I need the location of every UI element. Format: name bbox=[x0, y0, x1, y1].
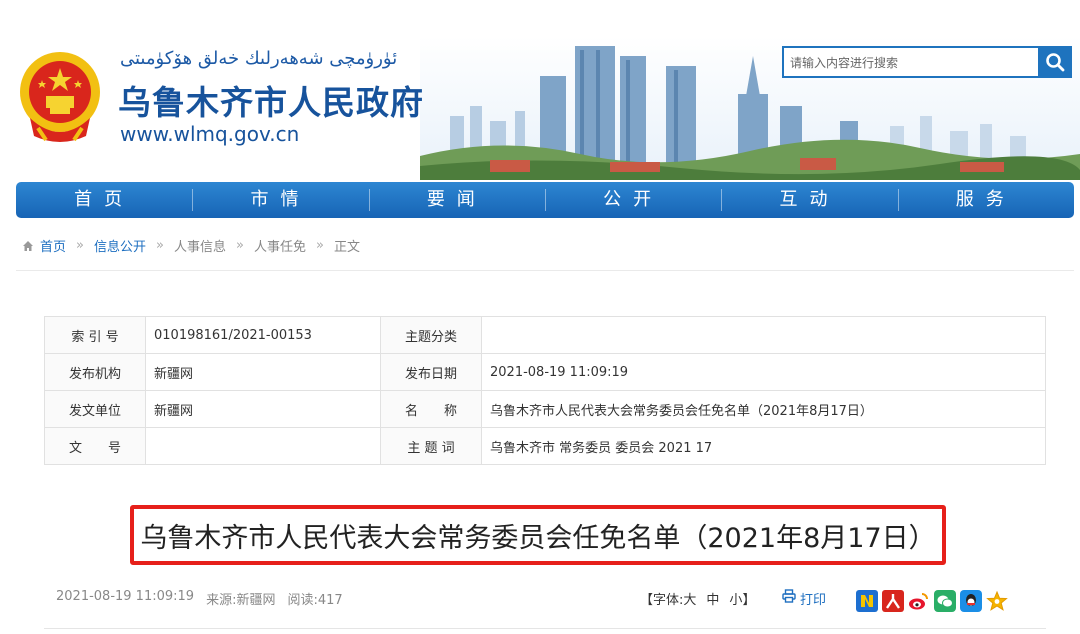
site-title[interactable]: 乌鲁木齐市人民政府 bbox=[118, 76, 424, 124]
breadcrumb-home[interactable]: 首页 bbox=[40, 236, 66, 255]
nav-news[interactable]: 要闻 bbox=[368, 182, 545, 218]
font-size-controls: 【字体:大 中 小】 bbox=[640, 589, 755, 608]
table-row: 发文单位 新疆网 名 称 乌鲁木齐市人民代表大会常务委员会任免名单（2021年8… bbox=[44, 390, 1046, 428]
search-button[interactable] bbox=[1038, 46, 1072, 78]
meta-label-index: 索 引 号 bbox=[44, 316, 146, 354]
article-date: 2021-08-19 11:09:19 bbox=[56, 589, 195, 604]
table-row: 索 引 号 010198161/2021-00153 主题分类 bbox=[44, 316, 1046, 354]
table-row: 文 号 主 题 词 乌鲁木齐市 常务委员 委员会 2021 17 bbox=[44, 427, 1046, 465]
breadcrumb: 首页 » 信息公开 » 人事信息 » 人事任免 » 正文 bbox=[22, 236, 360, 255]
weibo-icon[interactable] bbox=[908, 590, 930, 612]
printer-icon bbox=[782, 589, 796, 603]
meta-value-index: 010198161/2021-00153 bbox=[145, 316, 381, 354]
nav-home[interactable]: 首页 bbox=[16, 182, 192, 218]
meta-value-publish-date: 2021-08-19 11:09:19 bbox=[481, 353, 1046, 391]
meta-value-doc-number bbox=[145, 427, 381, 465]
meta-value-name: 乌鲁木齐市人民代表大会常务委员会任免名单（2021年8月17日） bbox=[481, 390, 1046, 428]
search-box bbox=[782, 46, 1072, 78]
people-daily-icon[interactable] bbox=[882, 590, 904, 612]
breadcrumb-separator: » bbox=[315, 238, 324, 253]
meta-value-issuer: 新疆网 bbox=[145, 390, 381, 428]
favorite-star-icon[interactable] bbox=[986, 590, 1008, 612]
national-emblem-logo bbox=[20, 52, 100, 142]
main-nav: 首页 市情 要闻 公开 互动 服务 bbox=[16, 182, 1074, 218]
breadcrumb-appointments[interactable]: 人事任免 bbox=[254, 236, 306, 255]
article-title: 乌鲁木齐市人民代表大会常务委员会任免名单（2021年8月17日） bbox=[140, 522, 936, 554]
divider bbox=[16, 270, 1074, 271]
font-medium-button[interactable]: 中 bbox=[706, 589, 719, 608]
share-bar bbox=[856, 590, 1008, 612]
search-icon bbox=[1046, 53, 1065, 72]
breadcrumb-info-public[interactable]: 信息公开 bbox=[94, 236, 146, 255]
nav-services[interactable]: 服务 bbox=[897, 182, 1074, 218]
nav-interaction[interactable]: 互动 bbox=[721, 182, 897, 218]
nav-public[interactable]: 公开 bbox=[544, 182, 721, 218]
article-source: 来源:新疆网 bbox=[206, 593, 276, 608]
nav-city-info[interactable]: 市情 bbox=[192, 182, 368, 218]
font-size-label: 【字体:大 bbox=[640, 589, 696, 608]
font-small-option: 小】 bbox=[729, 589, 755, 608]
table-row: 发布机构 新疆网 发布日期 2021-08-19 11:09:19 bbox=[44, 353, 1046, 391]
search-input[interactable] bbox=[790, 54, 1030, 72]
meta-label-publisher: 发布机构 bbox=[44, 353, 146, 391]
divider bbox=[44, 628, 1046, 629]
qq-icon[interactable] bbox=[960, 590, 982, 612]
meta-label-publish-date: 发布日期 bbox=[380, 353, 482, 391]
meta-label-issuer: 发文单位 bbox=[44, 390, 146, 428]
font-size-suffix: 】 bbox=[742, 593, 756, 608]
meta-label-keywords: 主 题 词 bbox=[380, 427, 482, 465]
meta-value-category bbox=[481, 316, 1046, 354]
breadcrumb-current: 正文 bbox=[333, 240, 360, 255]
font-small-button[interactable]: 小 bbox=[729, 593, 742, 608]
breadcrumb-personnel-info[interactable]: 人事信息 bbox=[174, 236, 226, 255]
meta-value-publisher: 新疆网 bbox=[145, 353, 381, 391]
breadcrumb-separator: » bbox=[235, 238, 244, 253]
font-size-prefix: 【字体: bbox=[640, 593, 684, 608]
home-icon bbox=[23, 240, 33, 251]
site-url[interactable]: www.wlmq.gov.cn bbox=[120, 122, 299, 146]
meta-label-doc-number: 文 号 bbox=[44, 427, 146, 465]
document-meta-table: 索 引 号 010198161/2021-00153 主题分类 发布机构 新疆网… bbox=[44, 316, 1046, 465]
breadcrumb-separator: » bbox=[76, 238, 84, 253]
font-large-button[interactable]: 大 bbox=[683, 593, 696, 608]
meta-value-keywords: 乌鲁木齐市 常务委员 委员会 2021 17 bbox=[481, 427, 1046, 465]
wechat-icon[interactable] bbox=[934, 590, 956, 612]
breadcrumb-separator: » bbox=[156, 238, 164, 253]
news-icon[interactable] bbox=[856, 590, 878, 612]
meta-label-category: 主题分类 bbox=[380, 316, 482, 354]
meta-label-name: 名 称 bbox=[380, 390, 482, 428]
site-name-uyghur: ئۈرۈمچى شەھەرلىك خەلق ھۆكۈمىتى bbox=[120, 48, 398, 69]
article-views: 阅读:417 bbox=[287, 593, 343, 608]
site-header: ئۈرۈمچى شەھەرلىك خەلق ھۆكۈمىتى 乌鲁木齐市人民政府… bbox=[0, 0, 1080, 180]
print-label: 打印 bbox=[800, 593, 827, 608]
print-button[interactable]: 打印 bbox=[782, 589, 826, 608]
article-info: 2021-08-19 11:09:19 来源:新疆网 阅读:417 bbox=[56, 589, 343, 608]
